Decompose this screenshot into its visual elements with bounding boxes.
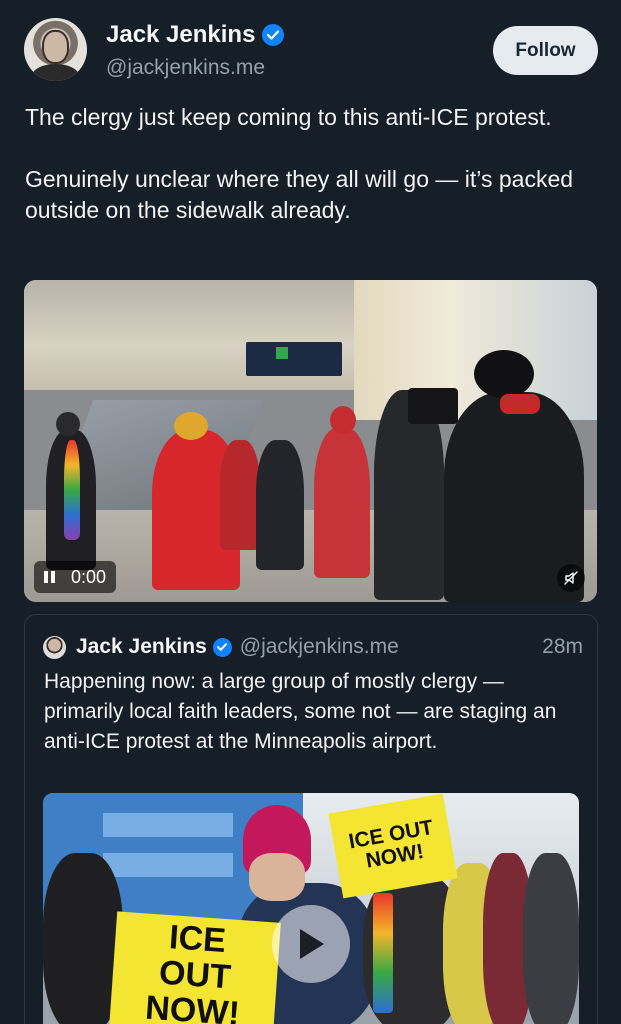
video-camera — [408, 388, 458, 424]
protest-sign-text: ICE OUT NOW! — [347, 815, 435, 873]
play-icon — [300, 929, 324, 959]
post-header: Jack Jenkins @jackjenkins.me Follow — [24, 16, 598, 82]
video-person — [64, 440, 80, 540]
video-person-scarf — [500, 394, 540, 414]
video-person-head — [174, 412, 208, 440]
quoted-post-header: Jack Jenkins @jackjenkins.me 28m — [43, 633, 583, 661]
verified-badge-icon — [212, 637, 232, 657]
protest-sign-text: ICE OUT NOW! — [144, 918, 241, 1024]
quoted-post-time: 28m — [542, 635, 583, 658]
post-text: The clergy just keep coming to this anti… — [25, 102, 600, 257]
muted-speaker-icon — [564, 571, 578, 585]
thumb-person-face — [249, 853, 305, 901]
thumb-building-window — [103, 853, 233, 877]
video-person-head — [474, 350, 534, 398]
video-parking-sign-marker — [276, 347, 288, 359]
play-button[interactable] — [272, 905, 350, 983]
thumb-person-stole — [373, 893, 393, 1013]
pause-icon[interactable] — [44, 571, 55, 583]
quoted-author-avatar — [43, 635, 66, 659]
video-person — [220, 440, 260, 550]
verified-badge-icon — [262, 24, 285, 46]
thumb-building-window — [103, 813, 233, 837]
post-paragraph: The clergy just keep coming to this anti… — [25, 104, 552, 130]
video-timestamp: 0:00 — [71, 566, 107, 587]
author-name-line: Jack Jenkins — [106, 21, 285, 49]
video-parking-sign — [246, 342, 342, 376]
quoted-post-text: Happening now: a large group of mostly c… — [44, 670, 557, 753]
quoted-author-handle: @jackjenkins.me — [239, 635, 399, 658]
mute-button[interactable] — [557, 564, 585, 592]
quoted-post-video-thumbnail[interactable]: ICE OUT NOW! ICE OUT NOW! — [43, 793, 579, 1024]
video-controls[interactable]: 0:00 — [34, 561, 117, 593]
video-person — [256, 440, 304, 570]
video-person-head — [330, 406, 356, 434]
protest-sign: ICE OUT NOW! — [109, 911, 281, 1024]
thumb-person — [523, 853, 579, 1024]
video-person — [314, 428, 370, 578]
author-handle[interactable]: @jackjenkins.me — [106, 56, 265, 80]
author-display-name[interactable]: Jack Jenkins — [106, 21, 255, 49]
follow-button[interactable]: Follow — [493, 26, 598, 75]
quoted-author-display-name: Jack Jenkins — [76, 635, 207, 658]
author-avatar[interactable] — [24, 18, 87, 81]
post-paragraph: Genuinely unclear where they all will go… — [25, 166, 574, 223]
post-video[interactable]: 0:00 — [24, 280, 597, 602]
quoted-post[interactable]: Jack Jenkins @jackjenkins.me 28m Happeni… — [24, 614, 598, 1024]
video-person-head — [56, 412, 80, 436]
